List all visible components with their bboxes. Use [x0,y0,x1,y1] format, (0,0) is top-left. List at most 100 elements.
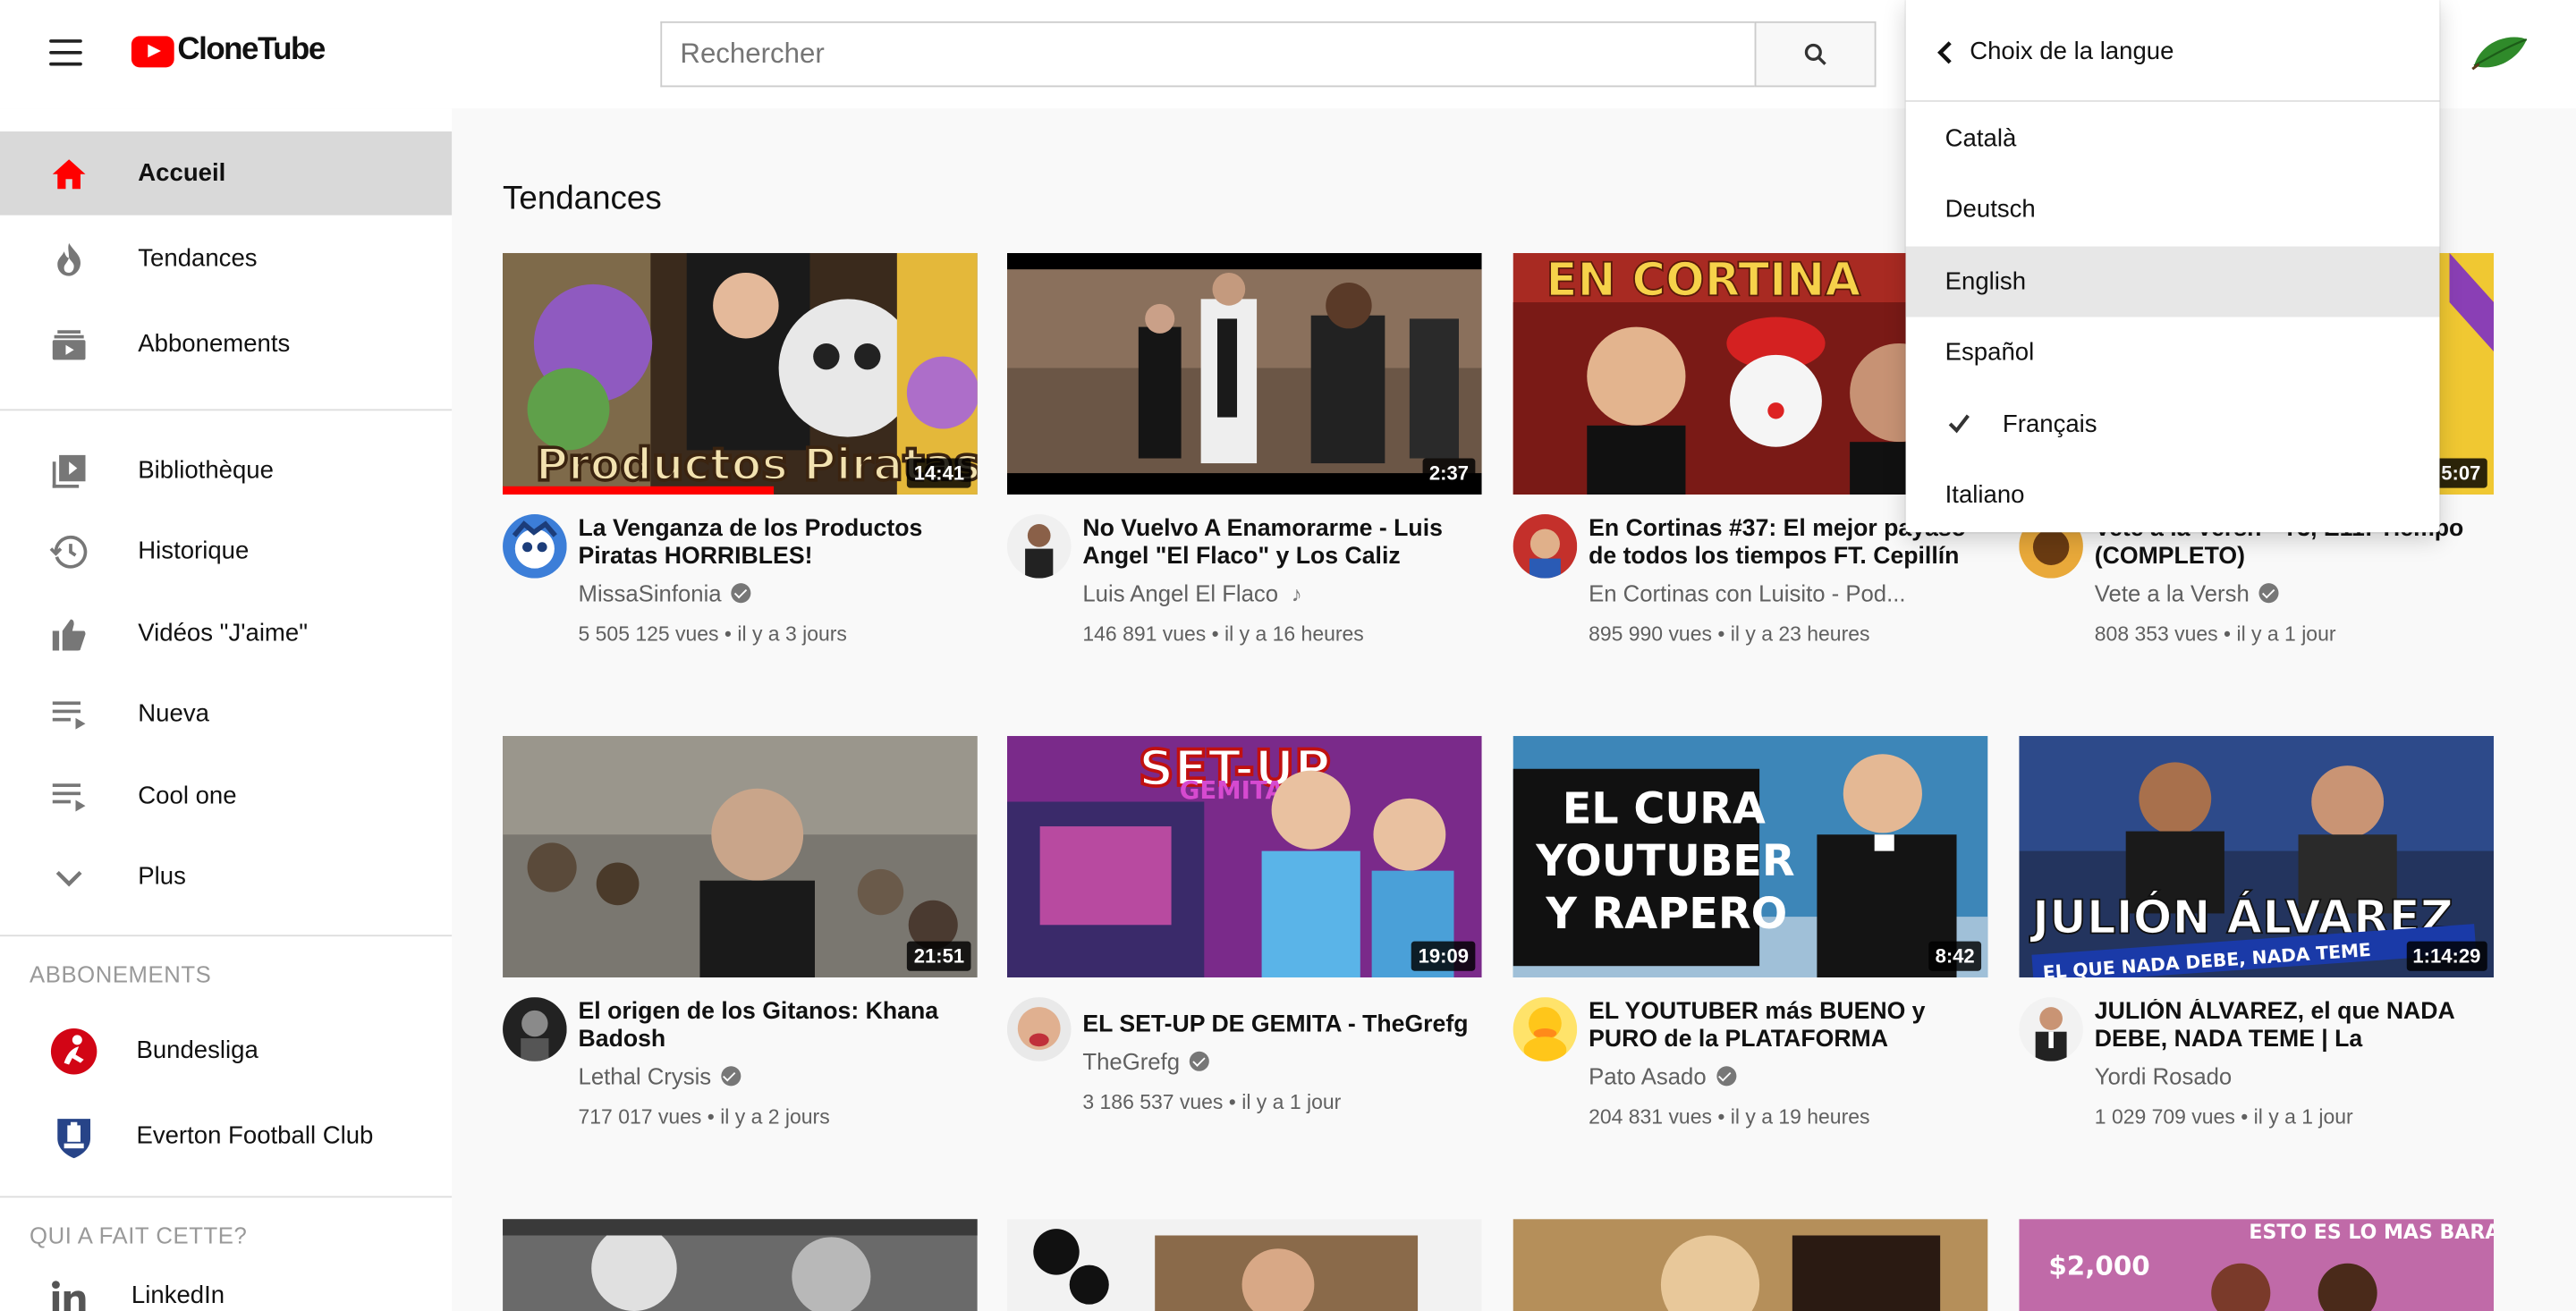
language-option-francais[interactable]: Français [1906,389,2440,460]
video-meta: 808 353 vues • il y a 1 jour [2094,622,2336,646]
language-option-catala[interactable]: Català [1906,104,2440,174]
sidebar-item-accueil[interactable]: Accueil [0,131,453,216]
video-card[interactable]: EL CURA YOUTUBER Y RAPERO 8:42 EL YOUTUB… [1513,736,1988,1129]
sidebar-item-cool-one[interactable]: Cool one [0,754,452,838]
sidebar-item-plus[interactable]: Plus [0,834,452,918]
about-heading: QUI A FAIT CETTE? [30,1222,248,1249]
channel-name[interactable]: Luis Angel El Flaco ♪ [1082,579,1301,605]
upload-age: il y a 16 heures [1224,622,1364,646]
search-button[interactable] [1754,21,1877,88]
language-option-label: English [1945,267,2027,296]
thumbnail-text: EN CORTINA [1546,254,1860,308]
video-thumbnail[interactable] [1006,1219,1482,1311]
app-window: CloneTube Accueil Tendances Abbonements [0,0,2576,1311]
back-arrow-icon[interactable] [1936,39,1955,65]
play-logo-icon [131,35,174,67]
language-option-espanol[interactable]: Español [1906,317,2440,388]
channel-avatar[interactable] [1006,997,1072,1061]
video-card[interactable]: 21:51 El origen de los Gitanos: Khana Ba… [503,736,978,1129]
view-count: 5 505 125 vues [578,622,719,646]
watch-progress-bar [503,486,774,495]
channel-name-text: Vete a la Versh [2094,579,2250,606]
search-icon [1804,43,1826,65]
sidebar-item-label: Plus [138,862,186,891]
channel-avatar[interactable] [1513,514,1578,579]
thumbnail-text: EL CURA [1563,784,1766,833]
video-card[interactable] [1006,1219,1482,1311]
logo-text: CloneTube [177,32,326,68]
channel-avatar[interactable] [1513,997,1578,1061]
logo[interactable]: CloneTube [131,32,326,69]
channel-name[interactable]: Vete a la Versh [2094,579,2279,606]
video-thumbnail[interactable]: 21:51 [503,736,978,978]
channel-name[interactable]: Lethal Crysis [579,1063,741,1089]
view-count: 895 990 vues [1589,622,1712,646]
channel-name-text: En Cortinas con Luisito - Pod... [1589,579,1906,606]
channel-name[interactable]: En Cortinas con Luisito - Pod... [1589,579,1905,605]
video-thumbnail[interactable]: SET-UP GEMITA 19:09 [1006,736,1482,978]
video-thumbnail[interactable]: JULIÓN ÁLVAREZ EL QUE NADA DEBE, NADA TE… [2019,736,2495,978]
sidebar-item-abbonements[interactable]: Abbonements [0,302,452,386]
language-option-italiano[interactable]: Italiano [1906,460,2440,530]
search-input[interactable] [660,21,1755,88]
video-card[interactable] [1513,1219,1988,1311]
channel-avatar[interactable] [2019,997,2083,1061]
video-title[interactable]: EL SET-UP DE GEMITA - TheGrefg [1082,1012,1477,1040]
sidebar-item-label: Tendances [138,244,258,273]
sidebar-item-bundesliga[interactable]: Bundesliga [0,1009,452,1093]
video-thumbnail[interactable]: ESTO ES LO MAS BARATO? $2,000 [2019,1219,2495,1311]
sidebar-item-bibliotheque[interactable]: Bibliothèque [0,428,452,512]
video-thumbnail[interactable] [503,1219,978,1311]
video-thumbnail[interactable] [1513,1219,1988,1311]
channel-name[interactable]: TheGrefg [1082,1048,1210,1074]
verified-badge-icon [2258,583,2279,604]
sidebar-item-linkedin[interactable]: LinkedIn [0,1254,452,1311]
channel-name[interactable]: Yordi Rosado [2095,1063,2232,1089]
video-card[interactable]: JULIÓN ÁLVAREZ EL QUE NADA DEBE, NADA TE… [2019,736,2495,1129]
history-icon [49,534,88,568]
video-card[interactable]: SET-UP GEMITA 19:09 EL SET-UP DE GEMITA … [1006,736,1482,1125]
sidebar-item-label: Historique [138,537,250,565]
sidebar-item-tendances[interactable]: Tendances [0,216,452,300]
channel-avatar[interactable] [503,514,567,579]
sidebar: Accueil Tendances Abbonements Bibliothèq… [0,108,453,1311]
video-meta: 204 831 vues • il y a 19 heures [1589,1105,1870,1129]
video-card[interactable] [503,1219,978,1311]
channel-avatar[interactable] [1006,514,1072,579]
video-title[interactable]: EL YOUTUBER más BUENO y PURO de la PLATA… [1589,999,1983,1054]
channel-name-text: MissaSinfonia [578,579,722,606]
video-title[interactable]: La Venganza de los Productos Piratas HOR… [579,516,973,571]
thumbnail-text: GEMITA [1180,776,1285,805]
video-title[interactable]: JULIÓN ÁLVAREZ, el que NADA DEBE, NADA T… [2095,999,2489,1056]
video-thumbnail[interactable]: Productos Piratas 14:41 [503,252,978,495]
channel-avatar[interactable] [503,997,567,1061]
subscriptions-heading: ABBONEMENTS [30,960,212,988]
user-avatar[interactable] [2470,30,2532,79]
sidebar-item-everton[interactable]: Everton Football Club [0,1095,452,1179]
menu-icon[interactable] [49,39,82,67]
video-meta: 146 891 vues • il y a 16 heures [1082,622,1364,646]
home-icon [52,158,86,189]
sidebar-item-videos-jaime[interactable]: Vidéos "J'aime" [0,591,452,675]
video-title[interactable]: El origen de los Gitanos: Khana Badosh [579,999,973,1054]
video-thumbnail[interactable]: EL CURA YOUTUBER Y RAPERO 8:42 [1513,736,1988,978]
channel-name-text: Luis Angel El Flaco [1082,579,1279,606]
video-thumbnail[interactable]: 2:37 [1006,252,1482,495]
view-count: 204 831 vues [1589,1105,1712,1129]
language-option-label: Español [1945,338,2035,367]
video-card[interactable]: Productos Piratas 14:41 La Venganza de l… [503,252,978,646]
video-card[interactable]: ESTO ES LO MAS BARATO? $2,000 [2019,1219,2495,1311]
language-option-deutsch[interactable]: Deutsch [1906,174,2440,245]
view-count: 3 186 537 vues [1082,1090,1224,1114]
language-menu-header[interactable]: Choix de la langue [1905,0,2440,102]
sidebar-item-label: Abbonements [138,330,291,359]
sidebar-item-historique[interactable]: Historique [0,510,452,594]
channel-name[interactable]: MissaSinfonia [578,579,751,606]
video-title[interactable]: No Vuelvo A Enamorarme - Luis Angel "El … [1082,516,1477,571]
video-meta: 3 186 537 vues • il y a 1 jour [1082,1090,1342,1114]
video-duration: 5:07 [2434,458,2487,488]
sidebar-item-nueva[interactable]: Nueva [0,672,452,756]
video-card[interactable]: 2:37 No Vuelvo A Enamorarme - Luis Angel… [1006,252,1482,646]
channel-name[interactable]: Pato Asado [1589,1063,1736,1089]
language-option-english[interactable]: English [1905,246,2440,317]
